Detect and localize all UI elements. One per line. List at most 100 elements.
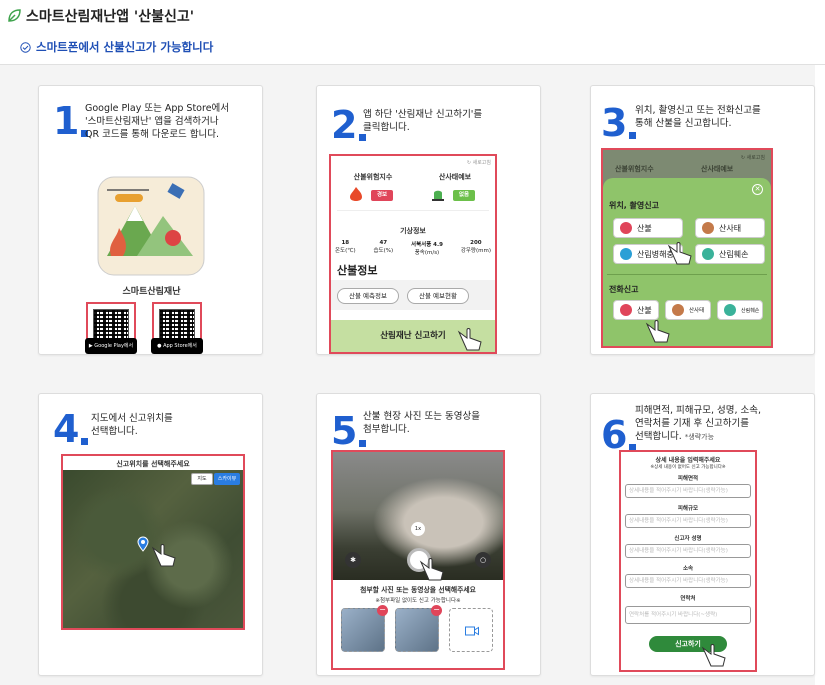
pest-icon [620, 248, 632, 260]
remove-icon[interactable]: − [431, 605, 442, 616]
refresh-label: ↻ 새로고침 [740, 155, 765, 161]
step-card-3: 3 위치, 촬영신고 또는 전화신고를 통해 산불을 신고합니다. ↻ 새로고침… [590, 85, 815, 355]
step-number: 6 [601, 413, 638, 457]
video-icon [465, 626, 479, 636]
optional-note: *생략가능 [684, 433, 715, 441]
step-number: 3 [601, 101, 638, 145]
attach-note: ※첨부파일 없이도 신고 가능합니다※ [375, 598, 461, 604]
step-description: 앱 하단 '산림재난 신고하기'를 클릭합니다. [363, 109, 483, 133]
input-name[interactable]: 상세내용을 적어주시기 바랍니다(생략가능) [625, 544, 751, 558]
app-logo-icon [97, 176, 205, 276]
hand-pointer-icon [151, 544, 176, 567]
weather-row: 18 온도(℃) 47 습도(%) 서북서풍 4.9 풍속(m/s) 200 강우량(m… [335, 240, 491, 256]
app-screen-report-sheet: ↻ 새로고침 산불위험지수 산사태예보 ✕ 위치, 촬영신고 산불 산사태 산림… [601, 148, 773, 348]
field-label-org: 소속 [682, 566, 694, 572]
flip-camera-button[interactable]: ✱ [345, 552, 361, 568]
step-description: 지도에서 신고위치를 선택합니다. [91, 413, 173, 437]
fire-icon [620, 222, 632, 234]
step-number: 5 [331, 409, 368, 453]
field-label-scale: 피해규모 [677, 506, 699, 512]
call-fire-button[interactable]: 산불 [613, 300, 659, 320]
form-note: ※상세 내용이 없어도 신고 가능합니다※ [650, 465, 726, 470]
landslide-icon [702, 222, 714, 234]
step-card-1: 1 Google Play 또는 App Store에서 '스마트산림재난' 앱… [38, 85, 263, 355]
settings-icon: ✱ [350, 556, 356, 564]
fire-status-button[interactable]: 산불 예보현황 [407, 288, 469, 304]
landslide-label: 산사태예보 [438, 173, 472, 181]
step-card-2: 2 앱 하단 '산림재난 신고하기'를 클릭합니다. ↻ 새로고침 산불위험지수… [316, 85, 541, 355]
landslide-level-badge: 없음 [453, 190, 475, 201]
bg-fire-risk-label: 산불위험지수 [615, 165, 654, 173]
step-card-6: 6 피해면적, 피해규모, 성명, 소속, 연락처를 기재 후 신고하기를 선택… [590, 393, 815, 676]
map-view-button[interactable]: 지도 [191, 473, 213, 485]
hand-pointer-icon [419, 558, 444, 581]
step-number: 1 [53, 99, 90, 143]
field-label-contact: 연락처 [680, 596, 696, 602]
report-landslide-button[interactable]: 산사태 [695, 218, 765, 238]
fire-risk-label: 산불위험지수 [353, 173, 393, 181]
fire-forecast-button[interactable]: 산불 예측정보 [337, 288, 399, 304]
satellite-map[interactable]: 지도 스카이뷰 [63, 470, 243, 628]
map-title: 신고위치를 선택해주세요 [116, 460, 190, 468]
hand-pointer-icon [645, 320, 670, 343]
circle-icon: ○ [479, 556, 487, 564]
steps-panel: 1 Google Play 또는 App Store에서 '스마트산림재난' 앱… [0, 64, 825, 685]
hand-pointer-icon [701, 644, 726, 667]
form-title: 상세 내용을 입력해주세요 [655, 457, 721, 464]
step-number: 4 [53, 407, 90, 451]
call-damage-button[interactable]: 산림훼손 [717, 300, 763, 320]
switch-camera-button[interactable]: ○ [475, 552, 491, 568]
attach-title: 첨부할 사진 또는 동영상을 선택해주세요 [360, 586, 476, 594]
weather-item: 서북서풍 4.9 풍속(m/s) [411, 242, 443, 256]
weather-item: 18 온도(℃) [335, 240, 356, 254]
landslide-icon [672, 304, 684, 316]
refresh-label[interactable]: ↻ 새로고침 [467, 159, 491, 166]
step-description: 피해면적, 피해규모, 성명, 소속, 연락처를 기재 후 신고하기를 선택합니… [635, 405, 762, 442]
forest-damage-icon [724, 304, 736, 316]
input-area[interactable]: 상세내용을 적어주시기 바랍니다(생략가능) [625, 484, 751, 498]
section-phone: 전화신고 [609, 285, 639, 294]
app-screen-camera: 1x ✱ ○ 첨부할 사진 또는 동영상을 선택해주세요 ※첨부파일 없이도 신… [331, 450, 505, 670]
attachment-thumb-1[interactable]: − [341, 605, 388, 652]
close-icon[interactable]: ✕ [752, 184, 763, 195]
report-fire-button[interactable]: 산불 [613, 218, 683, 238]
field-label-area: 피해면적 [677, 476, 699, 482]
fire-icon [620, 304, 632, 316]
hand-pointer-icon [667, 242, 692, 265]
step-card-5: 5 산불 현장 사진 또는 동영상을 첨부합니다. 1x ✱ ○ 첨부할 사진 … [316, 393, 541, 676]
input-scale[interactable]: 상세내용을 적어주시기 바랍니다(생략가능) [625, 514, 751, 528]
siren-icon [432, 190, 444, 201]
input-org[interactable]: 상세내용을 적어주시기 바랍니다(생략가능) [625, 574, 751, 588]
call-landslide-button[interactable]: 산사태 [665, 300, 711, 320]
step-description: Google Play 또는 App Store에서 '스마트산림재난' 앱을 … [85, 103, 230, 140]
hand-pointer-icon [457, 328, 482, 351]
check-circle-icon [20, 41, 31, 53]
weather-item: 200 강우량(mm) [460, 240, 491, 254]
section-location-photo: 위치, 촬영신고 [609, 201, 659, 210]
sky-view-button[interactable]: 스카이뷰 [214, 473, 240, 485]
app-screen-map: 신고위치를 선택해주세요 지도 스카이뷰 [61, 454, 245, 630]
weather-item: 47 습도(%) [373, 240, 394, 254]
step-description: 위치, 촬영신고 또는 전화신고를 통해 산불을 신고합니다. [635, 105, 761, 129]
step-description: 산불 현장 사진 또는 동영상을 첨부합니다. [363, 411, 480, 435]
leaf-icon [8, 9, 21, 22]
add-video-button[interactable] [449, 608, 493, 652]
page-subtitle: 스마트폰에서 산불신고가 가능합니다 [20, 38, 213, 56]
weather-title: 기상정보 [400, 227, 426, 235]
zoom-indicator[interactable]: 1x [411, 522, 425, 536]
page-title: 스마트산림재난앱 '산불신고' [26, 9, 195, 25]
attachment-thumb-2[interactable]: − [395, 605, 442, 652]
fire-level-badge: 경보 [371, 190, 393, 201]
google-play-badge[interactable]: ▶ Google Play에서 [85, 338, 137, 354]
report-damage-button[interactable]: 산림훼손 [695, 244, 765, 264]
app-screen-home: ↻ 새로고침 산불위험지수 산사태예보 경보 없음 기상정보 18 온도(℃) 4… [329, 154, 497, 354]
location-pin-icon [137, 536, 149, 552]
step-card-4: 4 지도에서 신고위치를 선택합니다. 신고위치를 선택해주세요 지도 스카이뷰 [38, 393, 263, 676]
fire-info-title: 산불정보 [337, 264, 378, 277]
app-store-badge[interactable]: ● App Store에서 [151, 338, 203, 354]
app-name: 스마트산림재난 [122, 287, 181, 297]
app-screen-detail-form: 상세 내용을 입력해주세요 ※상세 내용이 없어도 신고 가능합니다※ 피해면적… [619, 450, 757, 672]
input-contact[interactable]: 연락처를 적어주시기 바랍니다(~생략) [625, 606, 751, 624]
forest-damage-icon [702, 248, 714, 260]
remove-icon[interactable]: − [377, 605, 388, 616]
